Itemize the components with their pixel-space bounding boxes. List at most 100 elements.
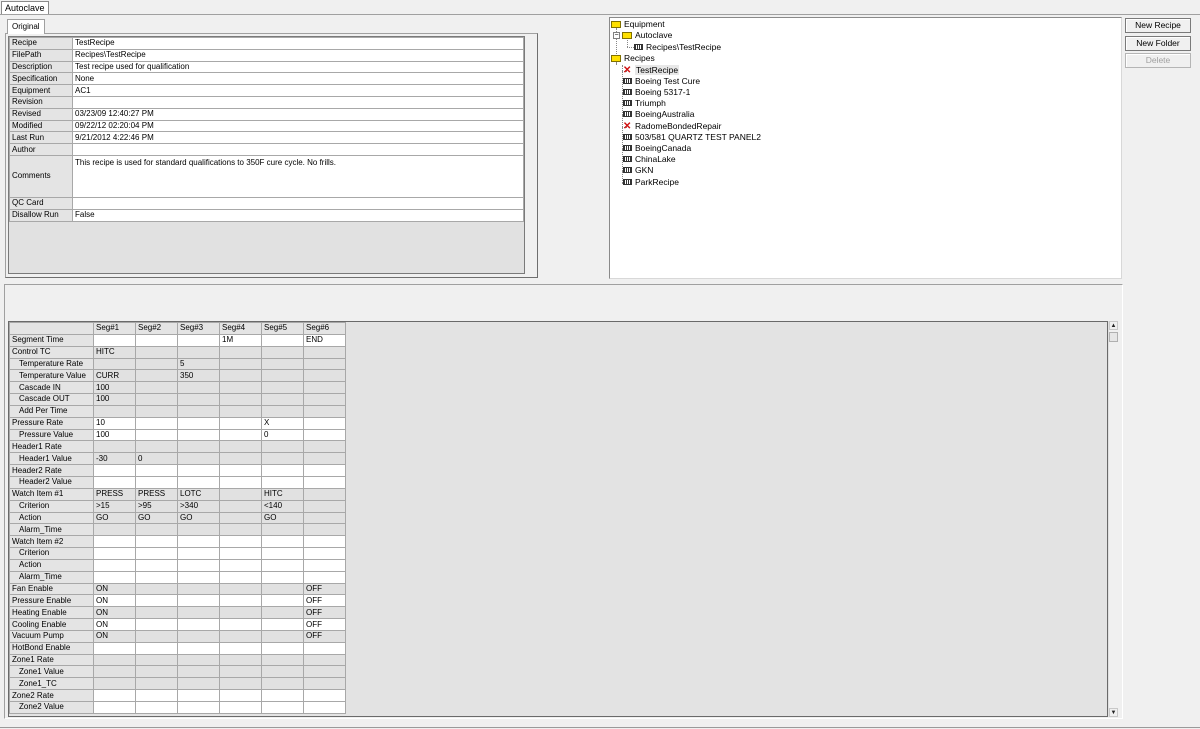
segment-cell[interactable] — [135, 629, 178, 643]
segment-cell[interactable] — [177, 523, 220, 537]
property-value[interactable]: TestRecipe — [72, 37, 524, 50]
segment-cell[interactable]: HITC — [261, 487, 304, 501]
segment-cell[interactable]: CURR — [93, 369, 136, 383]
segment-cell[interactable] — [303, 393, 346, 406]
tree-item-autoclave[interactable]: Autoclave — [622, 30, 672, 41]
segment-cell[interactable] — [135, 345, 178, 359]
tree-item-recipe[interactable]: GKN — [623, 165, 653, 176]
segment-cell[interactable] — [93, 523, 136, 537]
segment-cell[interactable] — [219, 464, 262, 477]
collapse-toggle-icon[interactable]: − — [613, 32, 620, 39]
segment-cell[interactable] — [303, 416, 346, 430]
segment-cell[interactable]: GO — [261, 511, 304, 525]
segment-cell[interactable]: OFF — [303, 618, 346, 631]
segment-cell[interactable] — [303, 653, 346, 667]
segment-cell[interactable] — [261, 535, 304, 549]
segment-cell[interactable] — [261, 665, 304, 679]
segment-cell[interactable] — [177, 547, 220, 560]
segment-cell[interactable] — [261, 523, 304, 537]
segment-cell[interactable] — [219, 629, 262, 643]
segment-cell[interactable] — [135, 665, 178, 679]
segment-cell[interactable]: 10 — [93, 416, 136, 430]
segment-cell[interactable] — [219, 357, 262, 371]
segment-cell[interactable] — [261, 701, 304, 714]
segment-cell[interactable] — [93, 641, 136, 655]
scroll-down-icon[interactable]: ▼ — [1109, 708, 1118, 717]
property-value[interactable]: None — [72, 72, 524, 86]
segment-cell[interactable] — [177, 641, 220, 655]
segment-cell[interactable] — [177, 535, 220, 549]
property-value[interactable]: Recipes\TestRecipe — [72, 48, 524, 62]
segment-cell[interactable] — [93, 440, 136, 454]
segment-cell[interactable] — [303, 547, 346, 560]
segment-cell[interactable] — [93, 475, 136, 489]
segment-cell[interactable] — [219, 428, 262, 442]
segment-cell[interactable] — [219, 393, 262, 406]
segment-cell[interactable] — [135, 369, 178, 383]
segment-cell[interactable] — [261, 689, 304, 702]
segment-cell[interactable] — [261, 558, 304, 572]
segment-cell[interactable] — [261, 582, 304, 596]
segment-cell[interactable] — [135, 606, 178, 620]
segment-cell[interactable] — [303, 369, 346, 383]
segment-cell[interactable] — [177, 689, 220, 702]
segment-cell[interactable] — [177, 464, 220, 477]
segment-cell[interactable] — [261, 475, 304, 489]
segment-cell[interactable]: OFF — [303, 582, 346, 596]
segment-cell[interactable] — [219, 475, 262, 489]
segment-cell[interactable] — [261, 393, 304, 406]
tree-item-recipe[interactable]: 503/581 QUARTZ TEST PANEL2 — [623, 132, 761, 143]
tree-item-recipe[interactable]: ChinaLake — [623, 154, 676, 165]
segment-cell[interactable] — [303, 570, 346, 584]
segment-cell[interactable] — [303, 487, 346, 501]
segment-cell[interactable]: >95 — [135, 499, 178, 513]
recipe-tree[interactable]: − Equipment Autoclave Recipes\TestRecipe Rec… — [609, 17, 1122, 279]
segment-column-header[interactable]: Seg#5 — [261, 322, 304, 335]
segment-cell[interactable] — [177, 653, 220, 667]
segment-column-header[interactable]: Seg#6 — [303, 322, 346, 335]
segment-cell[interactable]: 0 — [261, 428, 304, 442]
segment-cell[interactable] — [261, 594, 304, 608]
segment-cell[interactable] — [219, 487, 262, 501]
segment-cell[interactable] — [219, 369, 262, 383]
segment-cell[interactable] — [135, 464, 178, 477]
tree-item-recipe[interactable]: Boeing 5317-1 — [623, 87, 690, 98]
segment-cell[interactable] — [219, 535, 262, 549]
segment-cell[interactable] — [303, 641, 346, 655]
segment-cell[interactable] — [177, 416, 220, 430]
segment-cell[interactable] — [261, 464, 304, 477]
segment-cell[interactable] — [261, 618, 304, 631]
segment-cell[interactable]: ON — [93, 629, 136, 643]
segment-cell[interactable]: GO — [135, 511, 178, 525]
segment-cell[interactable] — [135, 428, 178, 442]
segment-cell[interactable] — [303, 452, 346, 466]
segment-cell[interactable] — [135, 701, 178, 714]
segment-cell[interactable]: ON — [93, 582, 136, 596]
property-value[interactable] — [72, 143, 524, 156]
segment-cell[interactable]: >15 — [93, 499, 136, 513]
segment-cell[interactable] — [135, 558, 178, 572]
segment-cell[interactable] — [219, 641, 262, 655]
tree-item-recipe[interactable]: BoeingAustralia — [623, 109, 695, 120]
segment-cell[interactable] — [177, 381, 220, 395]
scroll-up-icon[interactable]: ▲ — [1109, 321, 1118, 330]
segment-cell[interactable] — [303, 499, 346, 513]
segment-cell[interactable] — [93, 558, 136, 572]
segment-cell[interactable] — [261, 333, 304, 347]
segments-vertical-scrollbar[interactable]: ▲ ▼ — [1108, 321, 1118, 717]
segment-cell[interactable] — [303, 464, 346, 477]
segment-cell[interactable] — [261, 677, 304, 691]
segment-cell[interactable] — [93, 653, 136, 667]
segment-cell[interactable] — [261, 381, 304, 395]
segment-cell[interactable] — [135, 582, 178, 596]
segment-cell[interactable] — [261, 629, 304, 643]
segment-cell[interactable] — [219, 618, 262, 631]
segment-cell[interactable] — [177, 393, 220, 406]
segment-cell[interactable] — [177, 629, 220, 643]
segment-cell[interactable]: ON — [93, 594, 136, 608]
segment-cell[interactable] — [303, 665, 346, 679]
segment-cell[interactable] — [219, 665, 262, 679]
segment-cell[interactable] — [135, 440, 178, 454]
segment-cell[interactable] — [219, 594, 262, 608]
tree-item-recipe[interactable]: ✕ TestRecipe — [623, 64, 680, 76]
